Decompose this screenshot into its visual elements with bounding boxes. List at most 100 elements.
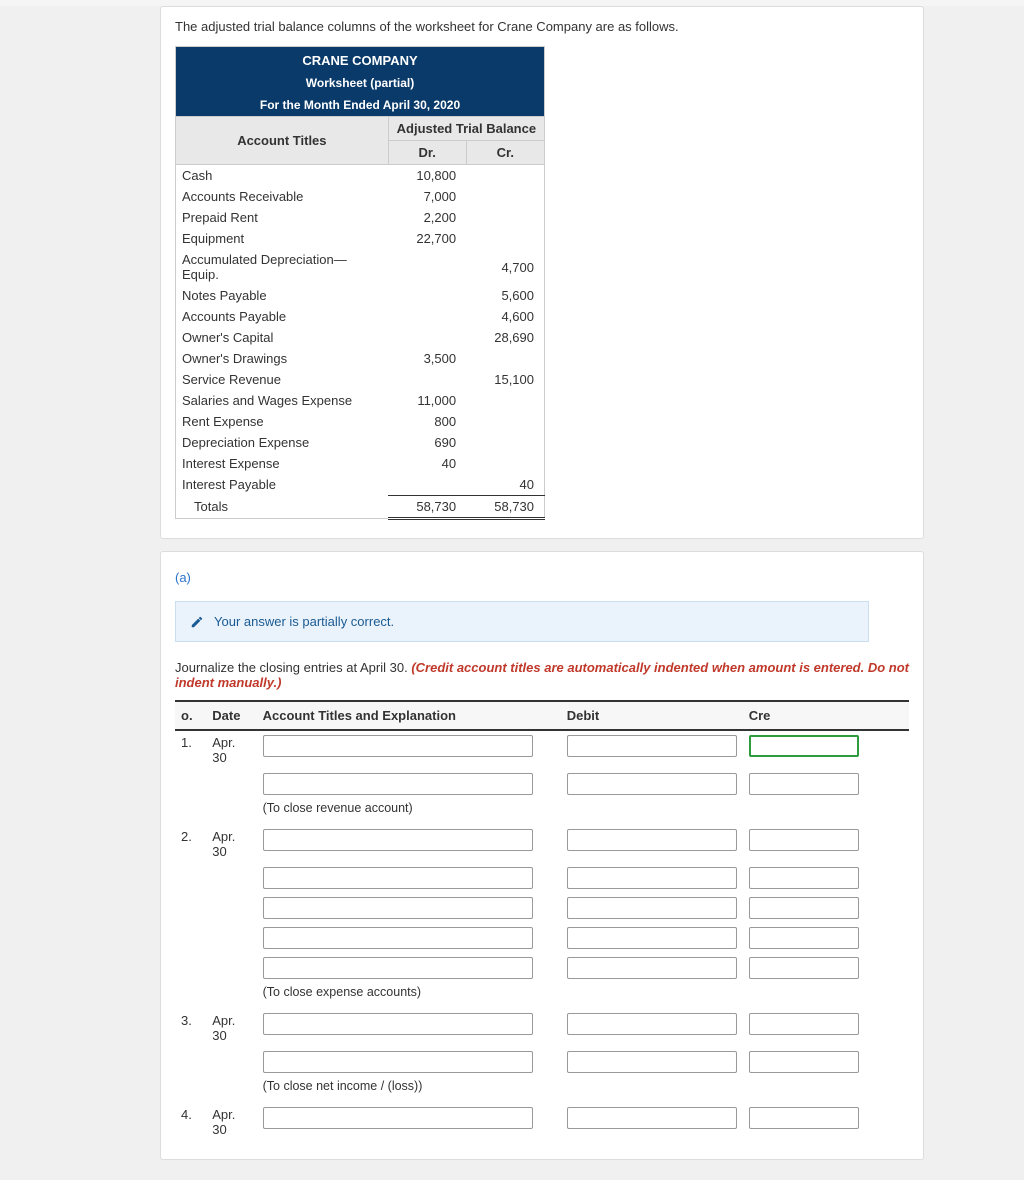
col-adjusted-trial-balance: Adjusted Trial Balance bbox=[388, 117, 544, 141]
trial-balance-table: CRANE COMPANY Worksheet (partial) For th… bbox=[175, 46, 545, 520]
account-title-input[interactable] bbox=[263, 897, 533, 919]
tb-dr: 7,000 bbox=[388, 186, 466, 207]
account-title-input[interactable] bbox=[263, 1013, 533, 1035]
account-title-input[interactable] bbox=[263, 927, 533, 949]
tb-account: Depreciation Expense bbox=[176, 432, 389, 453]
tb-cr bbox=[466, 348, 544, 369]
tb-dr: 40 bbox=[388, 453, 466, 474]
tb-cr bbox=[466, 453, 544, 474]
journal-table: o. Date Account Titles and Explanation D… bbox=[175, 700, 909, 1141]
company-name: CRANE COMPANY bbox=[176, 47, 545, 73]
period: For the Month Ended April 30, 2020 bbox=[176, 94, 545, 117]
credit-input[interactable] bbox=[749, 867, 859, 889]
debit-input[interactable] bbox=[567, 1107, 737, 1129]
totals-label: Totals bbox=[176, 496, 389, 519]
debit-input[interactable] bbox=[567, 867, 737, 889]
account-title-input[interactable] bbox=[263, 1107, 533, 1129]
tb-cr bbox=[466, 165, 544, 187]
feedback-banner: Your answer is partially correct. bbox=[175, 601, 869, 642]
tb-account: Notes Payable bbox=[176, 285, 389, 306]
tb-dr: 690 bbox=[388, 432, 466, 453]
tb-account: Cash bbox=[176, 165, 389, 187]
entry-caption: (To close expense accounts) bbox=[257, 983, 909, 1009]
tb-dr bbox=[388, 306, 466, 327]
debit-input[interactable] bbox=[567, 1013, 737, 1035]
col-date: Date bbox=[206, 701, 256, 730]
credit-input[interactable] bbox=[749, 1051, 859, 1073]
entry-no: 4. bbox=[175, 1103, 206, 1141]
col-dr: Dr. bbox=[388, 141, 466, 165]
credit-input[interactable] bbox=[749, 1013, 859, 1035]
tb-account: Service Revenue bbox=[176, 369, 389, 390]
part-a-label: (a) bbox=[175, 570, 909, 585]
tb-cr: 4,600 bbox=[466, 306, 544, 327]
tb-cr: 4,700 bbox=[466, 249, 544, 285]
tb-account: Interest Expense bbox=[176, 453, 389, 474]
debit-input[interactable] bbox=[567, 957, 737, 979]
tb-account: Equipment bbox=[176, 228, 389, 249]
credit-input[interactable] bbox=[749, 735, 859, 757]
tb-cr bbox=[466, 228, 544, 249]
tb-account: Accumulated Depreciation—Equip. bbox=[176, 249, 389, 285]
entry-no: 3. bbox=[175, 1009, 206, 1047]
debit-input[interactable] bbox=[567, 897, 737, 919]
col-account: Account Titles and Explanation bbox=[257, 701, 561, 730]
col-debit: Debit bbox=[561, 701, 743, 730]
entry-date: Apr.30 bbox=[206, 730, 256, 769]
tb-account: Interest Payable bbox=[176, 474, 389, 496]
tb-cr bbox=[466, 432, 544, 453]
tb-dr bbox=[388, 249, 466, 285]
account-title-input[interactable] bbox=[263, 773, 533, 795]
account-title-input[interactable] bbox=[263, 735, 533, 757]
journal-instr-plain: Journalize the closing entries at April … bbox=[175, 660, 411, 675]
tb-cr bbox=[466, 390, 544, 411]
account-title-input[interactable] bbox=[263, 1051, 533, 1073]
credit-input[interactable] bbox=[749, 957, 859, 979]
tb-dr bbox=[388, 285, 466, 306]
col-account-titles: Account Titles bbox=[176, 117, 389, 165]
col-credit: Cre bbox=[743, 701, 909, 730]
tb-cr bbox=[466, 207, 544, 228]
debit-input[interactable] bbox=[567, 829, 737, 851]
account-title-input[interactable] bbox=[263, 867, 533, 889]
tb-account: Owner's Drawings bbox=[176, 348, 389, 369]
tb-dr bbox=[388, 327, 466, 348]
trial-balance-card: The adjusted trial balance columns of th… bbox=[160, 6, 924, 539]
debit-input[interactable] bbox=[567, 773, 737, 795]
tb-dr: 3,500 bbox=[388, 348, 466, 369]
tb-dr: 22,700 bbox=[388, 228, 466, 249]
credit-input[interactable] bbox=[749, 773, 859, 795]
entry-date: Apr.30 bbox=[206, 1009, 256, 1047]
entry-caption: (To close revenue account) bbox=[257, 799, 909, 825]
journal-instructions: Journalize the closing entries at April … bbox=[175, 660, 909, 690]
credit-input[interactable] bbox=[749, 897, 859, 919]
debit-input[interactable] bbox=[567, 927, 737, 949]
tb-dr bbox=[388, 369, 466, 390]
account-title-input[interactable] bbox=[263, 957, 533, 979]
debit-input[interactable] bbox=[567, 735, 737, 757]
tb-account: Prepaid Rent bbox=[176, 207, 389, 228]
entry-date: Apr.30 bbox=[206, 825, 256, 863]
intro-text: The adjusted trial balance columns of th… bbox=[175, 19, 909, 34]
tb-dr: 10,800 bbox=[388, 165, 466, 187]
feedback-text: Your answer is partially correct. bbox=[214, 614, 394, 629]
tb-account: Accounts Receivable bbox=[176, 186, 389, 207]
col-cr: Cr. bbox=[466, 141, 544, 165]
tb-dr: 800 bbox=[388, 411, 466, 432]
credit-input[interactable] bbox=[749, 829, 859, 851]
credit-input[interactable] bbox=[749, 927, 859, 949]
tb-cr: 5,600 bbox=[466, 285, 544, 306]
account-title-input[interactable] bbox=[263, 829, 533, 851]
entry-no: 2. bbox=[175, 825, 206, 863]
totals-cr: 58,730 bbox=[466, 496, 544, 519]
tb-cr bbox=[466, 411, 544, 432]
tb-account: Accounts Payable bbox=[176, 306, 389, 327]
entry-no: 1. bbox=[175, 730, 206, 769]
part-a-card: (a) Your answer is partially correct. Jo… bbox=[160, 551, 924, 1160]
col-no: o. bbox=[175, 701, 206, 730]
debit-input[interactable] bbox=[567, 1051, 737, 1073]
tb-account: Owner's Capital bbox=[176, 327, 389, 348]
tb-dr bbox=[388, 474, 466, 496]
pencil-icon bbox=[190, 615, 204, 629]
credit-input[interactable] bbox=[749, 1107, 859, 1129]
